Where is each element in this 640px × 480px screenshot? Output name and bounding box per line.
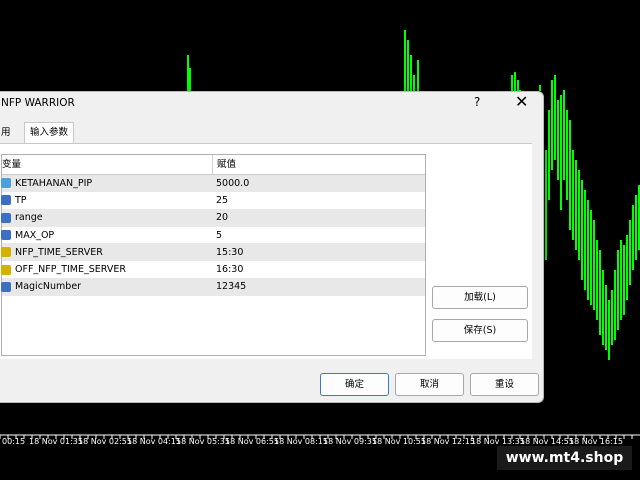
param-name: TP: [15, 194, 27, 206]
reset-button[interactable]: 重设: [470, 373, 539, 396]
tab-inputs[interactable]: 输入参数: [24, 122, 74, 144]
table-header: 变量 赋值: [2, 155, 425, 175]
param-name-cell: OFF_NFP_TIME_SERVER: [1, 264, 212, 276]
param-value[interactable]: 5: [212, 230, 222, 241]
param-name: KETAHANAN_PIP: [15, 177, 93, 189]
param-name: MAX_OP: [15, 229, 55, 241]
table-row[interactable]: range 20: [1, 209, 425, 227]
time-axis-label: 18 Nov 13:35: [471, 437, 525, 446]
param-name: OFF_NFP_TIME_SERVER: [15, 264, 126, 276]
param-name-cell: KETAHANAN_PIP: [1, 177, 212, 189]
param-value[interactable]: 16:30: [212, 264, 243, 275]
time-axis-label: 18 Nov 16:15: [569, 437, 623, 446]
param-name: NFP_TIME_SERVER: [15, 246, 103, 258]
param-name-cell: MAX_OP: [1, 229, 212, 241]
param-value[interactable]: 5000.0: [212, 178, 249, 189]
table-row[interactable]: MagicNumber 12345: [1, 278, 425, 297]
time-axis-label: 18 Nov 12:15: [421, 437, 475, 446]
param-value[interactable]: 12345: [212, 281, 246, 292]
string-param-icon: [1, 264, 11, 275]
save-button[interactable]: 保存(S): [432, 319, 528, 342]
param-value[interactable]: 15:30: [212, 247, 243, 258]
time-axis-label: 18 Nov 02:55: [78, 437, 132, 446]
parameters-table: 变量 赋值 KETAHANAN_PIP 5000.0 TP 25 range 20 MAX_…: [1, 154, 426, 356]
time-axis-label: 18 Nov 04:15: [127, 437, 181, 446]
time-axis-label: 18 Nov 08:15: [274, 437, 328, 446]
table-row[interactable]: OFF_NFP_TIME_SERVER 16:30: [1, 261, 425, 279]
param-value[interactable]: 20: [212, 212, 228, 223]
watermark: www.mt4.shop: [497, 446, 632, 470]
param-name-cell: range: [1, 212, 212, 224]
param-name-cell: NFP_TIME_SERVER: [1, 246, 212, 258]
param-name-cell: MagicNumber: [1, 281, 212, 293]
time-axis-label: 18 Nov 09:35: [323, 437, 377, 446]
cancel-button[interactable]: 取消: [395, 373, 464, 396]
table-row[interactable]: MAX_OP 5: [1, 227, 425, 245]
int-param-icon: [1, 212, 11, 223]
table-row[interactable]: NFP_TIME_SERVER 15:30: [1, 244, 425, 262]
param-name: range: [15, 212, 43, 224]
table-row[interactable]: TP 25: [1, 192, 425, 210]
close-button[interactable]: ✕: [515, 92, 528, 111]
time-axis-label: 18 Nov 06:55: [225, 437, 279, 446]
param-value[interactable]: 25: [212, 195, 228, 206]
param-name-cell: TP: [1, 194, 212, 206]
ok-button[interactable]: 确定: [320, 373, 389, 396]
time-axis-label: 18 Nov 14:55: [520, 437, 574, 446]
load-button[interactable]: 加载(L): [432, 286, 528, 309]
time-axis-label: 18 Nov 10:55: [372, 437, 426, 446]
int-param-icon: [1, 230, 11, 241]
string-param-icon: [1, 247, 11, 258]
int-param-icon: [1, 281, 11, 292]
help-button[interactable]: ?: [474, 95, 480, 109]
table-row[interactable]: KETAHANAN_PIP 5000.0: [1, 175, 425, 193]
time-axis-label: 00:15: [2, 437, 26, 446]
param-name: MagicNumber: [15, 281, 82, 293]
time-axis-label: 18 Nov 01:35: [29, 437, 83, 446]
ea-properties-dialog: NFP WARRIOR ? ✕ 用 输入参数 变量 赋值 KETAHANAN_P…: [0, 91, 544, 403]
int-param-icon: [1, 195, 11, 206]
column-variable[interactable]: 变量: [2, 155, 213, 174]
double-param-icon: [1, 178, 11, 189]
dialog-title: NFP WARRIOR: [1, 97, 75, 109]
time-axis-label: 18 Nov 05:35: [176, 437, 230, 446]
column-value[interactable]: 赋值: [213, 155, 236, 174]
